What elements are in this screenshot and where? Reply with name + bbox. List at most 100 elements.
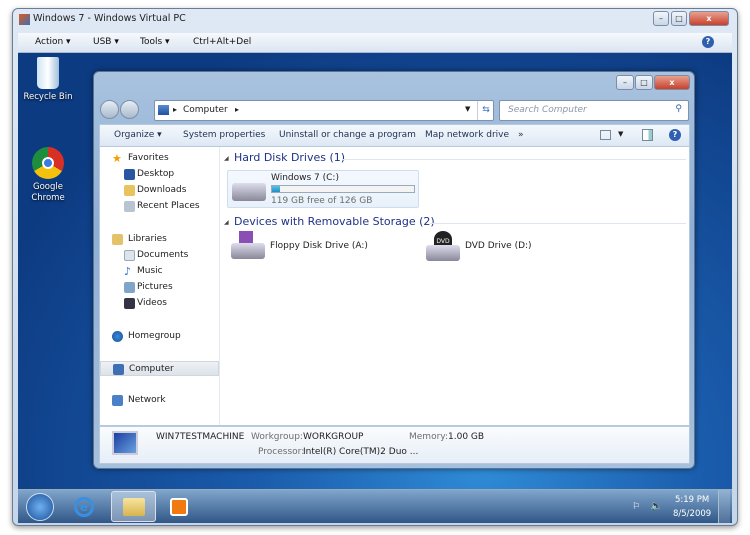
nav-network[interactable]: Network bbox=[100, 393, 219, 408]
memory-value: 1.00 GB bbox=[448, 432, 485, 442]
windows-explorer-taskbar-button[interactable] bbox=[111, 491, 156, 522]
clock-time[interactable]: 5:19 PM bbox=[675, 495, 709, 505]
nav-favorites[interactable]: ★ Favorites bbox=[100, 151, 219, 166]
dvd-drive-label: DVD Drive (D:) bbox=[465, 241, 532, 251]
recycle-bin[interactable]: Recycle Bin bbox=[18, 57, 78, 102]
clock-date[interactable]: 8/5/2009 bbox=[673, 509, 711, 519]
close-button[interactable]: x bbox=[689, 11, 729, 26]
homegroup-icon bbox=[112, 331, 123, 342]
drive-c[interactable]: Windows 7 (C:) 119 GB free of 126 GB bbox=[227, 170, 419, 208]
recent-places-icon bbox=[124, 201, 135, 212]
forward-button[interactable] bbox=[120, 100, 139, 119]
views-icon[interactable] bbox=[600, 130, 611, 140]
computer-nav-icon bbox=[113, 364, 124, 375]
more-commands-button[interactable]: » bbox=[518, 130, 524, 140]
map-network-drive-button[interactable]: Map network drive bbox=[425, 130, 509, 140]
desktop: Recycle Bin Google Chrome – □ x ▸ Comput… bbox=[18, 53, 732, 489]
nav-libraries[interactable]: Libraries bbox=[100, 232, 219, 247]
nav-desktop[interactable]: Desktop bbox=[100, 167, 219, 182]
system-properties-button[interactable]: System properties bbox=[183, 130, 265, 140]
drive-c-usage-bar bbox=[271, 185, 415, 193]
nav-recent-places[interactable]: Recent Places bbox=[100, 199, 219, 214]
internet-explorer-icon[interactable]: e bbox=[74, 497, 94, 517]
workgroup-label: Workgroup: bbox=[251, 432, 303, 442]
menu-tools[interactable]: Tools ▾ bbox=[140, 37, 170, 47]
virtual-pc-icon bbox=[19, 14, 30, 25]
memory-label: Memory: bbox=[409, 432, 448, 442]
uninstall-program-button[interactable]: Uninstall or change a program bbox=[279, 130, 416, 140]
pictures-icon bbox=[124, 282, 135, 293]
search-input[interactable]: Search Computer ⚲ bbox=[499, 100, 689, 121]
help-icon[interactable]: ? bbox=[702, 36, 714, 48]
show-desktop-button[interactable] bbox=[718, 490, 730, 523]
desktop-icon bbox=[124, 169, 135, 180]
navigation-pane: ★ Favorites Desktop Downloads Recent Plac… bbox=[100, 147, 220, 425]
nav-pictures[interactable]: Pictures bbox=[100, 280, 219, 295]
documents-icon bbox=[124, 250, 135, 261]
menu-action[interactable]: Action ▾ bbox=[35, 37, 71, 47]
nav-music[interactable]: ♪ Music bbox=[100, 264, 219, 279]
hard-disk-drives-header[interactable]: Hard Disk Drives (1) bbox=[234, 151, 345, 164]
details-pane: WIN7TESTMACHINE Workgroup: WORKGROUP Mem… bbox=[99, 426, 690, 464]
processor-label: Processor: bbox=[258, 447, 305, 457]
machine-name: WIN7TESTMACHINE bbox=[156, 432, 245, 442]
computer-icon bbox=[158, 105, 169, 115]
processor-value: Intel(R) Core(TM)2 Duo ... bbox=[303, 447, 419, 457]
address-bar[interactable]: ▸ Computer ▸ ▼ ⇆ bbox=[154, 100, 494, 121]
media-player-icon[interactable] bbox=[170, 498, 188, 516]
dvd-drive[interactable]: DVD DVD Drive (D:) bbox=[422, 231, 572, 265]
workgroup-value: WORKGROUP bbox=[303, 432, 364, 442]
nav-documents[interactable]: Documents bbox=[100, 248, 219, 263]
explorer-help-icon[interactable]: ? bbox=[669, 129, 681, 141]
explorer-window: – □ x ▸ Computer ▸ ▼ ⇆ Search Computer ⚲… bbox=[93, 71, 695, 469]
star-icon: ★ bbox=[112, 152, 122, 165]
nav-videos[interactable]: Videos bbox=[100, 296, 219, 311]
floppy-drive-label: Floppy Disk Drive (A:) bbox=[270, 241, 368, 251]
nav-homegroup[interactable]: Homegroup bbox=[100, 329, 219, 344]
maximize-button[interactable]: □ bbox=[671, 11, 687, 26]
videos-icon bbox=[124, 298, 135, 309]
drive-c-name: Windows 7 (C:) bbox=[271, 173, 339, 183]
back-button[interactable] bbox=[100, 100, 119, 119]
breadcrumb-computer[interactable]: Computer bbox=[183, 105, 228, 115]
network-icon bbox=[112, 395, 123, 406]
volume-icon[interactable]: 🔈 bbox=[650, 501, 662, 512]
floppy-drive[interactable]: Floppy Disk Drive (A:) bbox=[227, 231, 377, 265]
explorer-close-button[interactable]: x bbox=[654, 75, 690, 90]
views-dropdown-icon[interactable]: ▼ bbox=[618, 130, 623, 138]
menu-bar: Action ▾ USB ▾ Tools ▾ Ctrl+Alt+Del ? bbox=[18, 33, 732, 53]
nav-downloads[interactable]: Downloads bbox=[100, 183, 219, 198]
music-icon: ♪ bbox=[124, 265, 132, 278]
nav-computer[interactable]: Computer bbox=[100, 361, 219, 376]
menu-ctrl-alt-del[interactable]: Ctrl+Alt+Del bbox=[193, 37, 251, 47]
folder-icon bbox=[122, 498, 145, 516]
taskbar: e ⚐ 🔈 5:19 PM 8/5/2009 bbox=[18, 489, 732, 523]
chrome-label: Google Chrome bbox=[31, 182, 65, 203]
libraries-icon bbox=[112, 234, 123, 245]
refresh-icon[interactable]: ⇆ bbox=[477, 101, 494, 120]
recycle-bin-icon bbox=[37, 57, 59, 89]
explorer-maximize-button[interactable]: □ bbox=[635, 75, 653, 90]
menu-usb[interactable]: USB ▾ bbox=[93, 37, 119, 47]
start-button[interactable] bbox=[26, 493, 54, 521]
organize-button[interactable]: Organize ▾ bbox=[114, 130, 162, 140]
downloads-icon bbox=[124, 185, 135, 196]
google-chrome[interactable]: Google Chrome bbox=[18, 147, 78, 204]
action-center-icon[interactable]: ⚐ bbox=[632, 502, 640, 512]
minimize-button[interactable]: – bbox=[653, 11, 669, 26]
window-title: Windows 7 - Windows Virtual PC bbox=[33, 13, 186, 24]
removable-storage-header[interactable]: Devices with Removable Storage (2) bbox=[234, 215, 435, 228]
search-icon[interactable]: ⚲ bbox=[675, 104, 682, 114]
recycle-bin-label: Recycle Bin bbox=[23, 92, 73, 102]
preview-pane-icon[interactable] bbox=[642, 129, 653, 141]
explorer-minimize-button[interactable]: – bbox=[616, 75, 634, 90]
floppy-drive-body bbox=[231, 243, 265, 259]
address-dropdown-icon[interactable]: ▼ bbox=[465, 105, 470, 113]
drive-c-free-space: 119 GB free of 126 GB bbox=[271, 196, 373, 206]
virtual-pc-window: Windows 7 - Windows Virtual PC – □ x Act… bbox=[12, 8, 738, 526]
content-area: ★ Favorites Desktop Downloads Recent Plac… bbox=[99, 146, 690, 426]
command-bar: Organize ▾ System properties Uninstall o… bbox=[99, 124, 690, 146]
dvd-drive-body bbox=[426, 245, 460, 261]
computer-large-icon bbox=[112, 431, 138, 455]
hard-drive-icon bbox=[232, 183, 266, 201]
